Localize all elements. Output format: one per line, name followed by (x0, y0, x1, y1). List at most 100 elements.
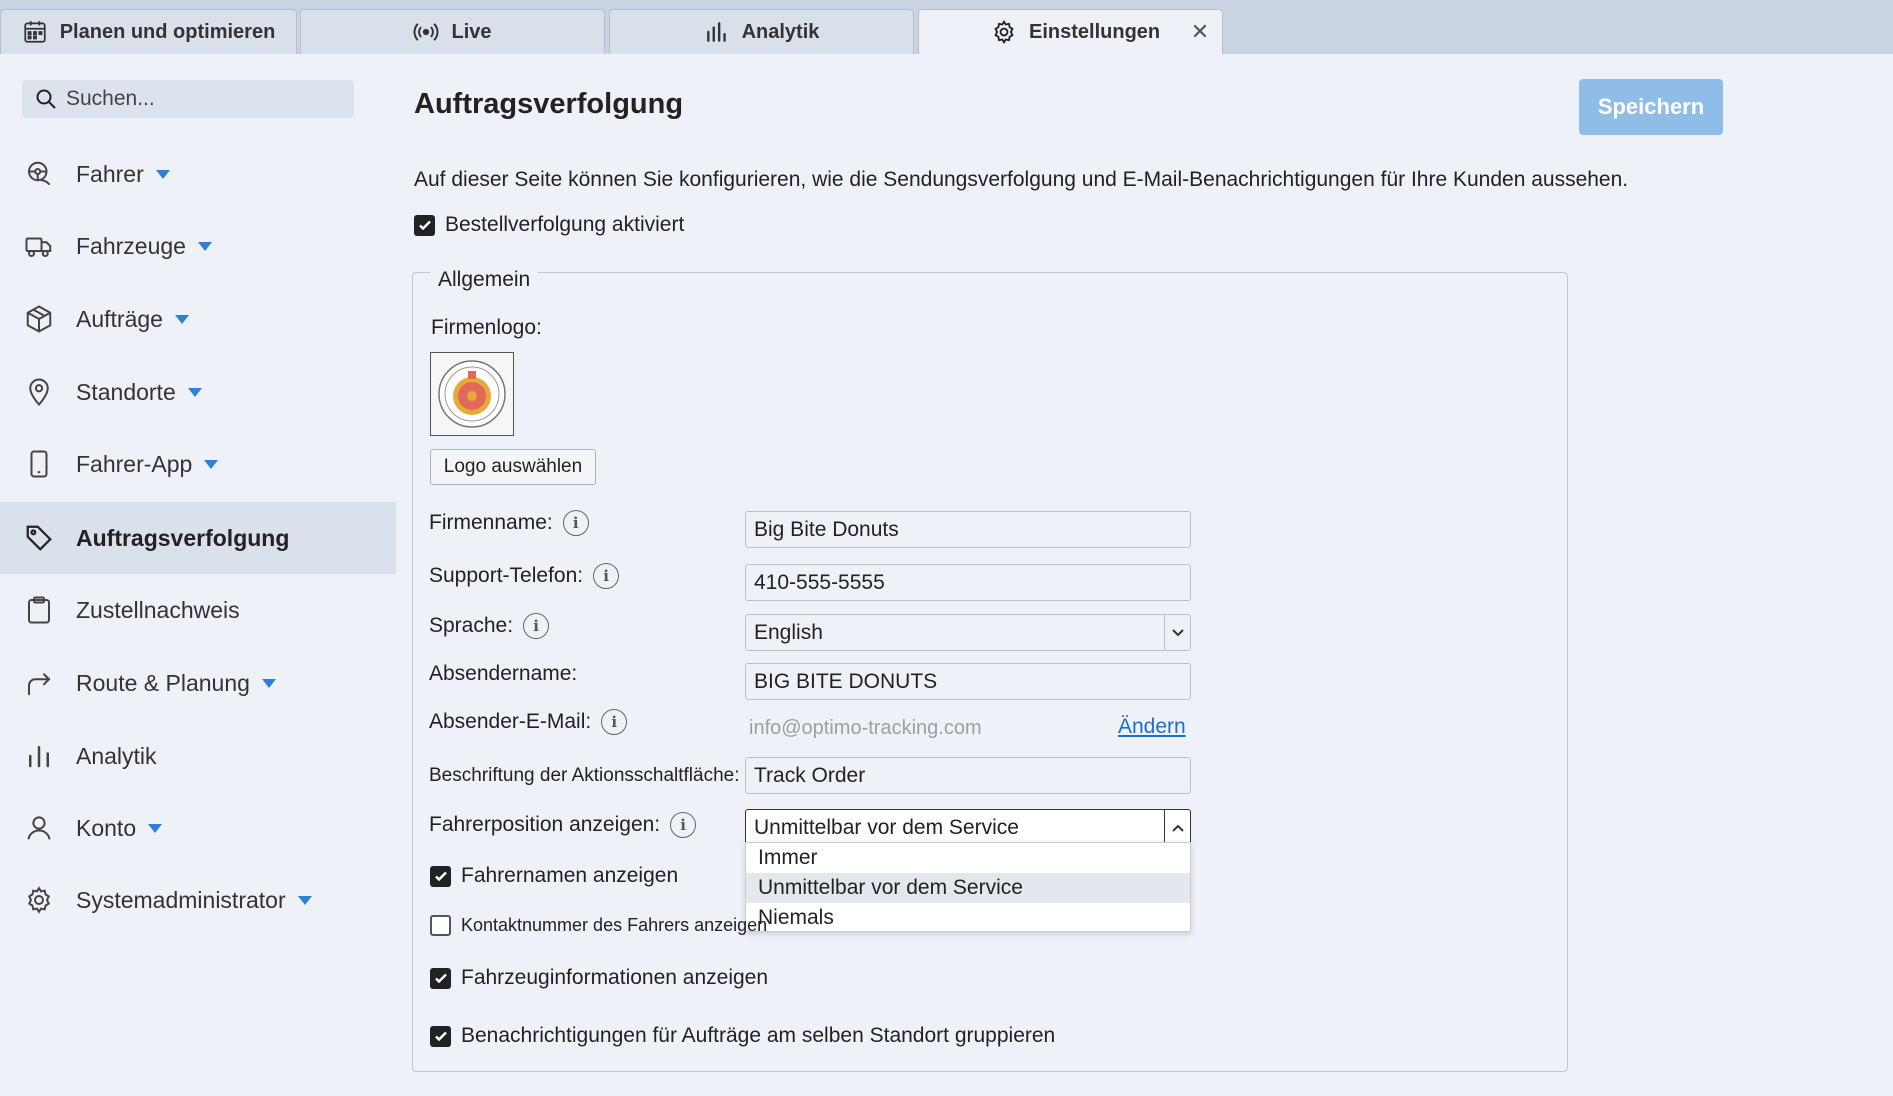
action-button-field[interactable] (745, 757, 1191, 794)
location-pin-icon (29, 378, 49, 406)
dropdown-option-always[interactable]: Immer (746, 843, 1190, 873)
tab-plan-optimize[interactable]: Planen und optimieren (0, 9, 297, 54)
checkbox-label: Kontaktnummer des Fahrers anzeigen (461, 915, 768, 935)
tab-bar: Planen und optimieren Live Analytik Eins… (0, 0, 1893, 54)
action-button-label: Beschriftung der Aktionsschaltfläche: (429, 765, 740, 786)
show-vehicle-info-checkbox[interactable] (430, 967, 451, 989)
language-label: Sprache: i (429, 613, 550, 639)
tab-label: Planen und optimieren (59, 20, 276, 43)
show-driver-contact-row[interactable]: Kontaktnummer des Fahrers anzeigen (430, 915, 767, 936)
tab-live[interactable]: Live (300, 9, 605, 54)
show-vehicle-info-row[interactable]: Fahrzeuginformationen anzeigen (430, 966, 768, 990)
sidebar-item-drivers[interactable]: Fahrer (0, 138, 396, 210)
action-button-input[interactable] (754, 763, 1190, 788)
close-tab-icon[interactable]: ✕ (1186, 18, 1214, 46)
company-logo (430, 352, 514, 436)
general-legend: Allgemein (430, 268, 539, 292)
chevron-down-icon (204, 459, 219, 469)
company-name-input[interactable] (754, 517, 1190, 542)
driver-position-label-text: Fahrerposition anzeigen: (429, 813, 661, 836)
sidebar-item-orders[interactable]: Aufträge (0, 283, 396, 355)
sender-name-input[interactable] (754, 669, 1190, 694)
sidebar-item-label: Standorte (76, 378, 176, 405)
driver-position-select[interactable]: Unmittelbar vor dem Service (745, 809, 1191, 846)
chevron-up-icon[interactable] (1164, 810, 1190, 845)
tab-analytics[interactable]: Analytik (609, 9, 914, 54)
info-icon[interactable]: i (562, 510, 589, 536)
sidebar-item-sysadmin[interactable]: Systemadministrator (0, 864, 396, 936)
sidebar-item-driver-app[interactable]: Fahrer-App (0, 428, 396, 500)
logo-label: Firmenlogo: (431, 316, 542, 340)
page-title: Auftragsverfolgung (414, 88, 684, 120)
sidebar-item-locations[interactable]: Standorte (0, 356, 396, 428)
change-email-link[interactable]: Ändern (1118, 715, 1186, 739)
truck-icon (25, 237, 52, 257)
sidebar-item-label: Analytik (76, 742, 157, 769)
group-notifications-row[interactable]: Benachrichtigungen für Aufträge am selbe… (430, 1024, 1055, 1048)
chevron-down-icon[interactable] (1164, 615, 1190, 650)
choose-logo-button[interactable]: Logo auswählen (430, 449, 596, 485)
checkmark-icon (434, 973, 447, 984)
search-input[interactable] (66, 87, 346, 111)
support-phone-input[interactable] (754, 570, 1190, 595)
sidebar-item-vehicles[interactable]: Fahrzeuge (0, 210, 396, 282)
support-phone-field[interactable] (745, 564, 1191, 601)
phone-icon (30, 450, 48, 478)
sidebar-item-proof-of-delivery[interactable]: Zustellnachweis (0, 574, 396, 646)
sidebar-item-label: Aufträge (76, 305, 163, 332)
dropdown-option-never[interactable]: Niemals (746, 903, 1190, 933)
package-icon (26, 305, 52, 333)
info-icon[interactable]: i (523, 613, 550, 639)
info-icon[interactable]: i (670, 812, 697, 838)
sender-email-value: info@optimo-tracking.com (749, 717, 982, 739)
chevron-down-icon (174, 314, 189, 324)
user-icon (27, 816, 51, 840)
donut-logo-icon (438, 360, 506, 428)
sidebar-item-label: Konto (76, 814, 137, 841)
show-driver-name-checkbox[interactable] (430, 865, 451, 887)
sidebar-item-analytics[interactable]: Analytik (0, 720, 396, 792)
sidebar-item-route-planning[interactable]: Route & Planung (0, 647, 396, 719)
language-select[interactable]: English (745, 614, 1191, 651)
show-driver-contact-checkbox[interactable] (430, 915, 451, 936)
sidebar: Fahrer Fahrzeuge Aufträge Standorte Fahr… (0, 54, 396, 1096)
search-box[interactable] (22, 80, 354, 118)
chevron-down-icon (155, 169, 170, 179)
sidebar-item-account[interactable]: Konto (0, 792, 396, 864)
clipboard-icon (28, 596, 50, 624)
tracking-enabled-checkbox-row[interactable]: Bestellverfolgung aktiviert (414, 213, 684, 237)
sender-name-field[interactable] (745, 663, 1191, 700)
support-phone-label: Support-Telefon: i (429, 563, 620, 589)
chevron-down-icon (261, 678, 276, 688)
sender-name-label-text: Absendername: (429, 662, 578, 685)
checkmark-icon (434, 871, 447, 882)
chevron-down-icon (187, 387, 202, 397)
tab-settings[interactable]: Einstellungen ✕ (918, 9, 1223, 54)
company-name-label-text: Firmenname: (429, 511, 553, 534)
checkmark-icon (434, 1031, 447, 1042)
tag-icon (26, 525, 52, 551)
company-name-field[interactable] (745, 511, 1191, 548)
save-button[interactable]: Speichern (1579, 79, 1723, 135)
info-icon[interactable]: i (593, 563, 620, 589)
gear-icon (994, 19, 1014, 45)
sidebar-item-label: Zustellnachweis (76, 596, 240, 623)
page-description: Auf dieser Seite können Sie konfiguriere… (414, 168, 1629, 191)
tracking-enabled-checkbox[interactable] (414, 214, 435, 236)
calendar-icon (24, 21, 46, 43)
show-driver-name-row[interactable]: Fahrernamen anzeigen (430, 864, 678, 888)
info-icon[interactable]: i (601, 709, 628, 735)
sidebar-item-label: Route & Planung (76, 669, 250, 696)
dropdown-option-before-service[interactable]: Unmittelbar vor dem Service (746, 873, 1190, 903)
chevron-down-icon (297, 895, 312, 905)
sidebar-item-label: Systemadministrator (76, 886, 286, 913)
group-notifications-checkbox[interactable] (430, 1025, 451, 1047)
chevron-down-icon (197, 241, 212, 251)
checkbox-label: Fahrzeuginformationen anzeigen (461, 966, 769, 989)
driver-icon (28, 161, 50, 185)
bar-chart-icon (29, 746, 49, 768)
language-label-text: Sprache: (429, 614, 514, 637)
gear-icon (27, 886, 51, 914)
sender-email-label-text: Absender-E-Mail: (429, 710, 592, 733)
sidebar-item-order-tracking[interactable]: Auftragsverfolgung (0, 502, 396, 574)
